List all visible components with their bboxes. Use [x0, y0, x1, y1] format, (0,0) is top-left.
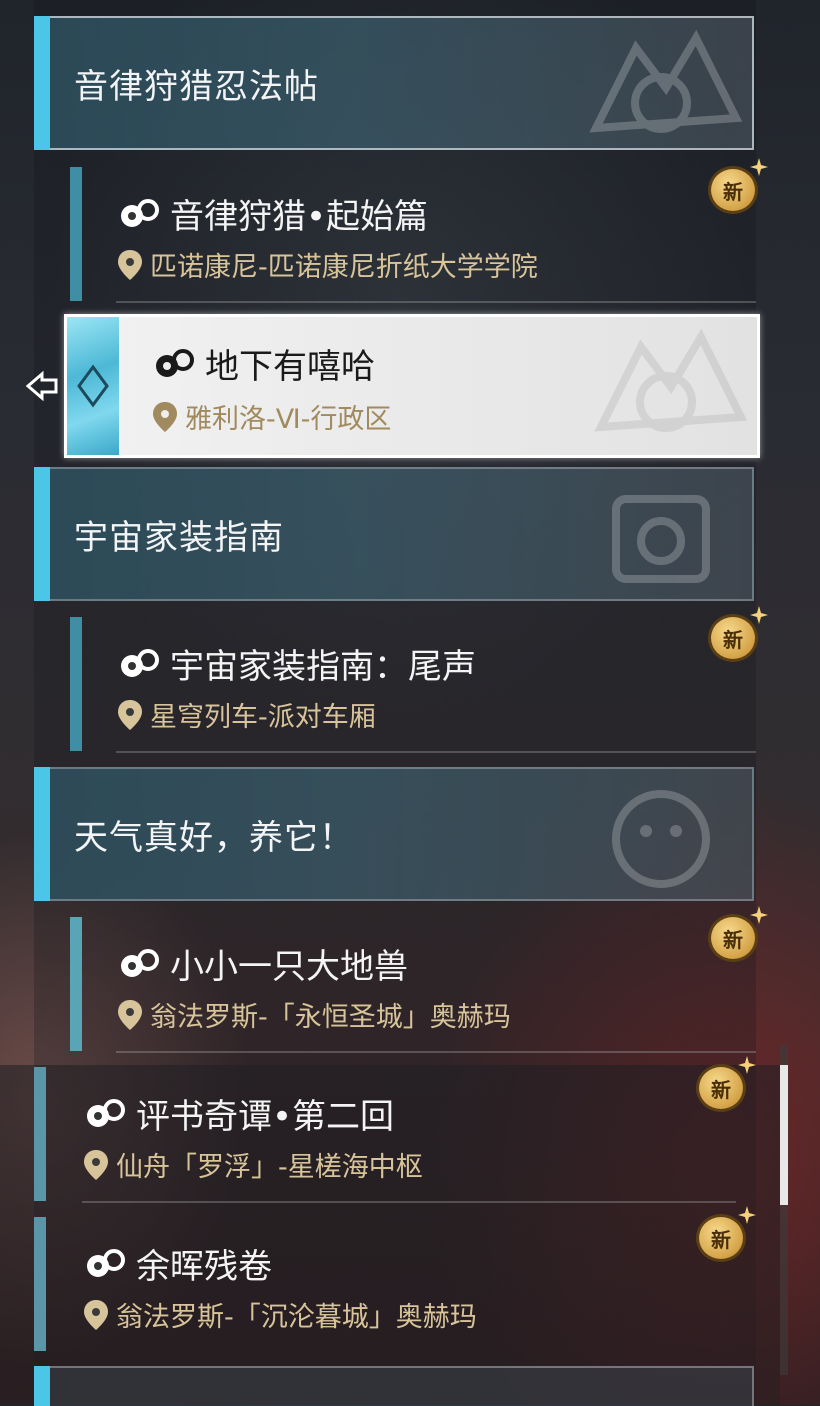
mission-item-0[interactable]: 音律狩猎•起始篇 匹诺康尼-匹诺康尼折纸大学学院 — [70, 167, 756, 303]
mission-item-2[interactable]: 宇宙家装指南：尾声 星穹列车-派对车厢 — [70, 617, 756, 753]
group-header-2[interactable]: 天气真好，养它！ — [34, 767, 754, 901]
mission-location: 翁法罗斯-「永恒圣城」奥赫玛 — [118, 995, 511, 1034]
group-emblem-icon — [612, 790, 710, 888]
divider — [116, 751, 756, 753]
mission-name: 音律狩猎•起始篇 — [118, 189, 428, 238]
crystal-accent — [67, 317, 119, 455]
group-header-1[interactable]: 宇宙家装指南 — [34, 467, 754, 601]
sparkle-icon — [750, 158, 768, 176]
mission-item-4[interactable]: 评书奇谭•第二回 仙舟「罗浮」-星槎海中枢 — [34, 1067, 746, 1203]
companion-mission-icon — [156, 348, 194, 377]
scrollbar[interactable] — [780, 1045, 788, 1375]
mission-name-text: 评书奇谭•第二回 — [136, 1097, 395, 1137]
mission-name: 小小一只大地兽 — [118, 939, 408, 988]
mission-bar — [70, 167, 82, 301]
selection-arrow-icon — [26, 370, 58, 402]
group-emblem-icon — [612, 495, 710, 583]
mission-item-3[interactable]: 小小一只大地兽 翁法罗斯-「永恒圣城」奥赫玛 — [70, 917, 756, 1053]
mission-location-text: 仙舟「罗浮」-星槎海中枢 — [116, 1152, 423, 1183]
map-pin-icon — [84, 1149, 108, 1180]
map-pin-icon — [84, 1299, 108, 1330]
diamond-icon — [77, 364, 109, 408]
mission-name-text: 地下有嘻哈 — [205, 347, 375, 387]
mission-location-text: 雅利洛-Ⅵ-行政区 — [185, 404, 392, 435]
group-title: 宇宙家装指南 — [74, 517, 284, 558]
sparkle-icon — [750, 906, 768, 924]
new-badge-icon: 新 — [694, 1056, 758, 1118]
mission-location: 翁法罗斯-「沉沦暮城」奥赫玛 — [84, 1295, 477, 1334]
mission-location-text: 翁法罗斯-「沉沦暮城」奥赫玛 — [116, 1302, 477, 1333]
mission-name-text: 小小一只大地兽 — [170, 947, 408, 987]
mission-item-5[interactable]: 余晖残卷 翁法罗斯-「沉沦暮城」奥赫玛 — [34, 1217, 746, 1351]
group-emblem-icon — [589, 29, 743, 133]
mission-bar — [70, 917, 82, 1051]
mission-name-text: 音律狩猎•起始篇 — [170, 197, 429, 237]
mission-location-text: 匹诺康尼-匹诺康尼折纸大学学院 — [150, 252, 538, 283]
map-pin-icon — [118, 699, 142, 730]
group-emblem-icon — [594, 328, 748, 432]
mission-name: 宇宙家装指南：尾声 — [118, 639, 476, 688]
group-accent-bar — [34, 767, 50, 901]
map-pin-icon — [153, 401, 177, 432]
mission-bar — [70, 617, 82, 751]
companion-mission-icon — [87, 1248, 125, 1277]
sparkle-icon — [750, 606, 768, 624]
mission-location: 匹诺康尼-匹诺康尼折纸大学学院 — [118, 245, 538, 284]
scrollbar-thumb[interactable] — [780, 1065, 788, 1205]
companion-mission-icon — [121, 198, 159, 227]
divider — [116, 301, 756, 303]
new-badge-icon: 新 — [706, 906, 770, 968]
mission-name: 评书奇谭•第二回 — [84, 1089, 394, 1138]
new-badge-icon: 新 — [706, 158, 770, 220]
mission-item-1-selected[interactable]: 地下有嘻哈 雅利洛-Ⅵ-行政区 — [64, 314, 760, 458]
new-badge-icon: 新 — [694, 1206, 758, 1268]
companion-mission-icon — [87, 1098, 125, 1127]
mission-location: 仙舟「罗浮」-星槎海中枢 — [84, 1145, 423, 1184]
divider — [116, 1051, 756, 1053]
group-title: 天气真好，养它！ — [74, 817, 354, 858]
mission-name-text: 宇宙家装指南：尾声 — [170, 647, 476, 687]
sparkle-icon — [738, 1206, 756, 1224]
group-title: 音律狩猎忍法帖 — [74, 66, 319, 107]
new-badge-icon: 新 — [706, 606, 770, 668]
group-header-partial[interactable] — [34, 1366, 754, 1406]
companion-mission-icon — [121, 948, 159, 977]
map-pin-icon — [118, 999, 142, 1030]
mission-location-text: 翁法罗斯-「永恒圣城」奥赫玛 — [150, 1002, 511, 1033]
group-header-0[interactable]: 音律狩猎忍法帖 — [34, 16, 754, 150]
mission-location-text: 星穹列车-派对车厢 — [150, 702, 376, 733]
mission-bar — [34, 1067, 46, 1201]
group-accent-bar — [34, 1366, 50, 1406]
mission-location: 星穹列车-派对车厢 — [118, 695, 376, 734]
sparkle-icon — [738, 1056, 756, 1074]
mission-name: 地下有嘻哈 — [153, 339, 375, 388]
map-pin-icon — [118, 249, 142, 280]
companion-mission-icon — [121, 648, 159, 677]
mission-location: 雅利洛-Ⅵ-行政区 — [153, 397, 391, 436]
group-accent-bar — [34, 467, 50, 601]
divider — [82, 1201, 736, 1203]
mission-bar — [34, 1217, 46, 1351]
mission-name-text: 余晖残卷 — [136, 1247, 272, 1287]
mission-name: 余晖残卷 — [84, 1239, 272, 1288]
group-accent-bar — [34, 16, 50, 150]
